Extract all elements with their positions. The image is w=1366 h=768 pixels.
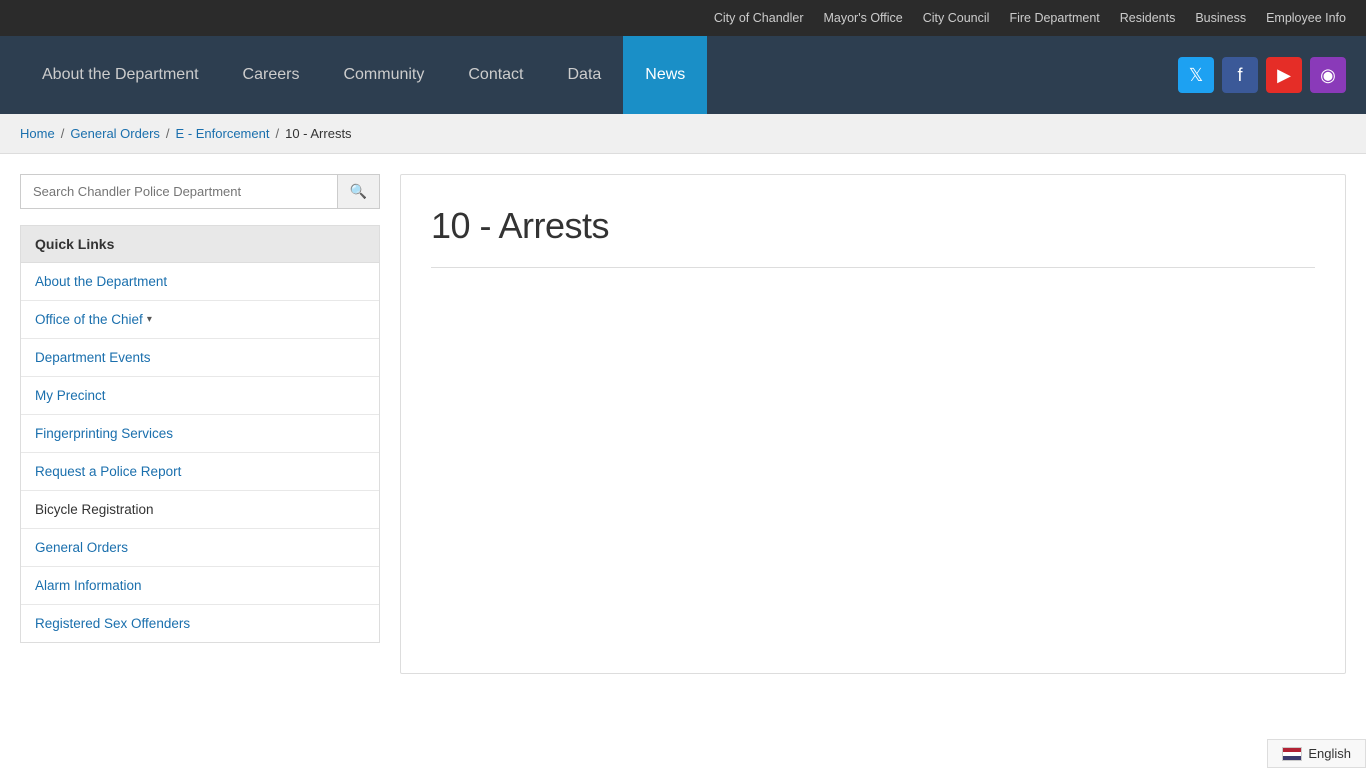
search-input[interactable] <box>21 175 337 208</box>
top-bar-link-city-council[interactable]: City Council <box>923 11 990 25</box>
breadcrumb-separator: / <box>275 126 279 141</box>
quick-link-label: About the Department <box>35 274 167 289</box>
language-flag <box>1282 747 1302 761</box>
quick-link-label: My Precinct <box>35 388 106 403</box>
title-divider <box>431 267 1315 268</box>
breadcrumb-link[interactable]: Home <box>20 126 55 141</box>
nav-link-data[interactable]: Data <box>546 36 624 114</box>
top-bar: City of Chandler Mayor's Office City Counc… <box>0 0 1366 36</box>
page-title: 10 - Arrests <box>431 205 1315 247</box>
breadcrumb-current: 10 - Arrests <box>285 126 351 141</box>
nav-link-contact[interactable]: Contact <box>446 36 545 114</box>
nav-link-about[interactable]: About the Department <box>20 36 221 114</box>
search-box: 🔍 <box>20 174 380 209</box>
quick-link-item[interactable]: Fingerprinting Services <box>21 415 379 453</box>
main-nav: About the DepartmentCareersCommunityCont… <box>0 36 1366 114</box>
top-bar-link-fire-department[interactable]: Fire Department <box>1009 11 1099 25</box>
quick-link-item[interactable]: General Orders <box>21 529 379 567</box>
top-bar-link-employee-info[interactable]: Employee Info <box>1266 11 1346 25</box>
breadcrumb-link[interactable]: General Orders <box>70 126 160 141</box>
nav-link-community[interactable]: Community <box>321 36 446 114</box>
quick-link-label: Alarm Information <box>35 578 142 593</box>
facebook-icon[interactable]: f <box>1222 57 1258 93</box>
top-bar-link-business[interactable]: Business <box>1195 11 1246 25</box>
quick-link-item[interactable]: Office of the Chief ▾ <box>21 301 379 339</box>
quick-link-item[interactable]: Request a Police Report <box>21 453 379 491</box>
sidebar: 🔍 Quick Links About the Department Office… <box>20 174 380 674</box>
quick-link-item[interactable]: About the Department <box>21 263 379 301</box>
search-icon: 🔍 <box>350 183 367 199</box>
breadcrumb-link[interactable]: E - Enforcement <box>176 126 270 141</box>
breadcrumb-separator: / <box>166 126 170 141</box>
quick-links-list: About the Department Office of the Chief … <box>20 262 380 643</box>
quick-link-label: Office of the Chief <box>35 312 143 327</box>
quick-link-item[interactable]: Registered Sex Offenders <box>21 605 379 642</box>
quick-link-item[interactable]: Alarm Information <box>21 567 379 605</box>
quick-link-item[interactable]: My Precinct <box>21 377 379 415</box>
main-content: 10 - Arrests <box>400 174 1346 674</box>
top-bar-link-residents[interactable]: Residents <box>1120 11 1176 25</box>
nav-link-careers[interactable]: Careers <box>221 36 322 114</box>
quick-link-item[interactable]: Bicycle Registration <box>21 491 379 529</box>
language-bar: English <box>1267 739 1366 768</box>
quick-link-item[interactable]: Department Events <box>21 339 379 377</box>
top-bar-link-city-of-chandler[interactable]: City of Chandler <box>714 11 804 25</box>
quick-link-label: General Orders <box>35 540 128 555</box>
quick-link-label: Registered Sex Offenders <box>35 616 190 631</box>
dropdown-arrow-icon: ▾ <box>147 314 152 325</box>
quick-link-label: Department Events <box>35 350 151 365</box>
top-bar-link-mayors-office[interactable]: Mayor's Office <box>823 11 902 25</box>
quick-link-label: Bicycle Registration <box>35 502 154 517</box>
twitter-icon[interactable]: 𝕏 <box>1178 57 1214 93</box>
instagram-icon[interactable]: ◉ <box>1310 57 1346 93</box>
breadcrumb-separator: / <box>61 126 65 141</box>
quick-link-label: Request a Police Report <box>35 464 181 479</box>
language-label: English <box>1308 746 1351 761</box>
quick-links-header: Quick Links <box>20 225 380 262</box>
nav-link-news[interactable]: News <box>623 36 707 114</box>
search-button[interactable]: 🔍 <box>337 175 379 208</box>
quick-link-label: Fingerprinting Services <box>35 426 173 441</box>
breadcrumb: Home / General Orders / E - Enforcement / 10 -… <box>0 114 1366 154</box>
youtube-icon[interactable]: ▶ <box>1266 57 1302 93</box>
